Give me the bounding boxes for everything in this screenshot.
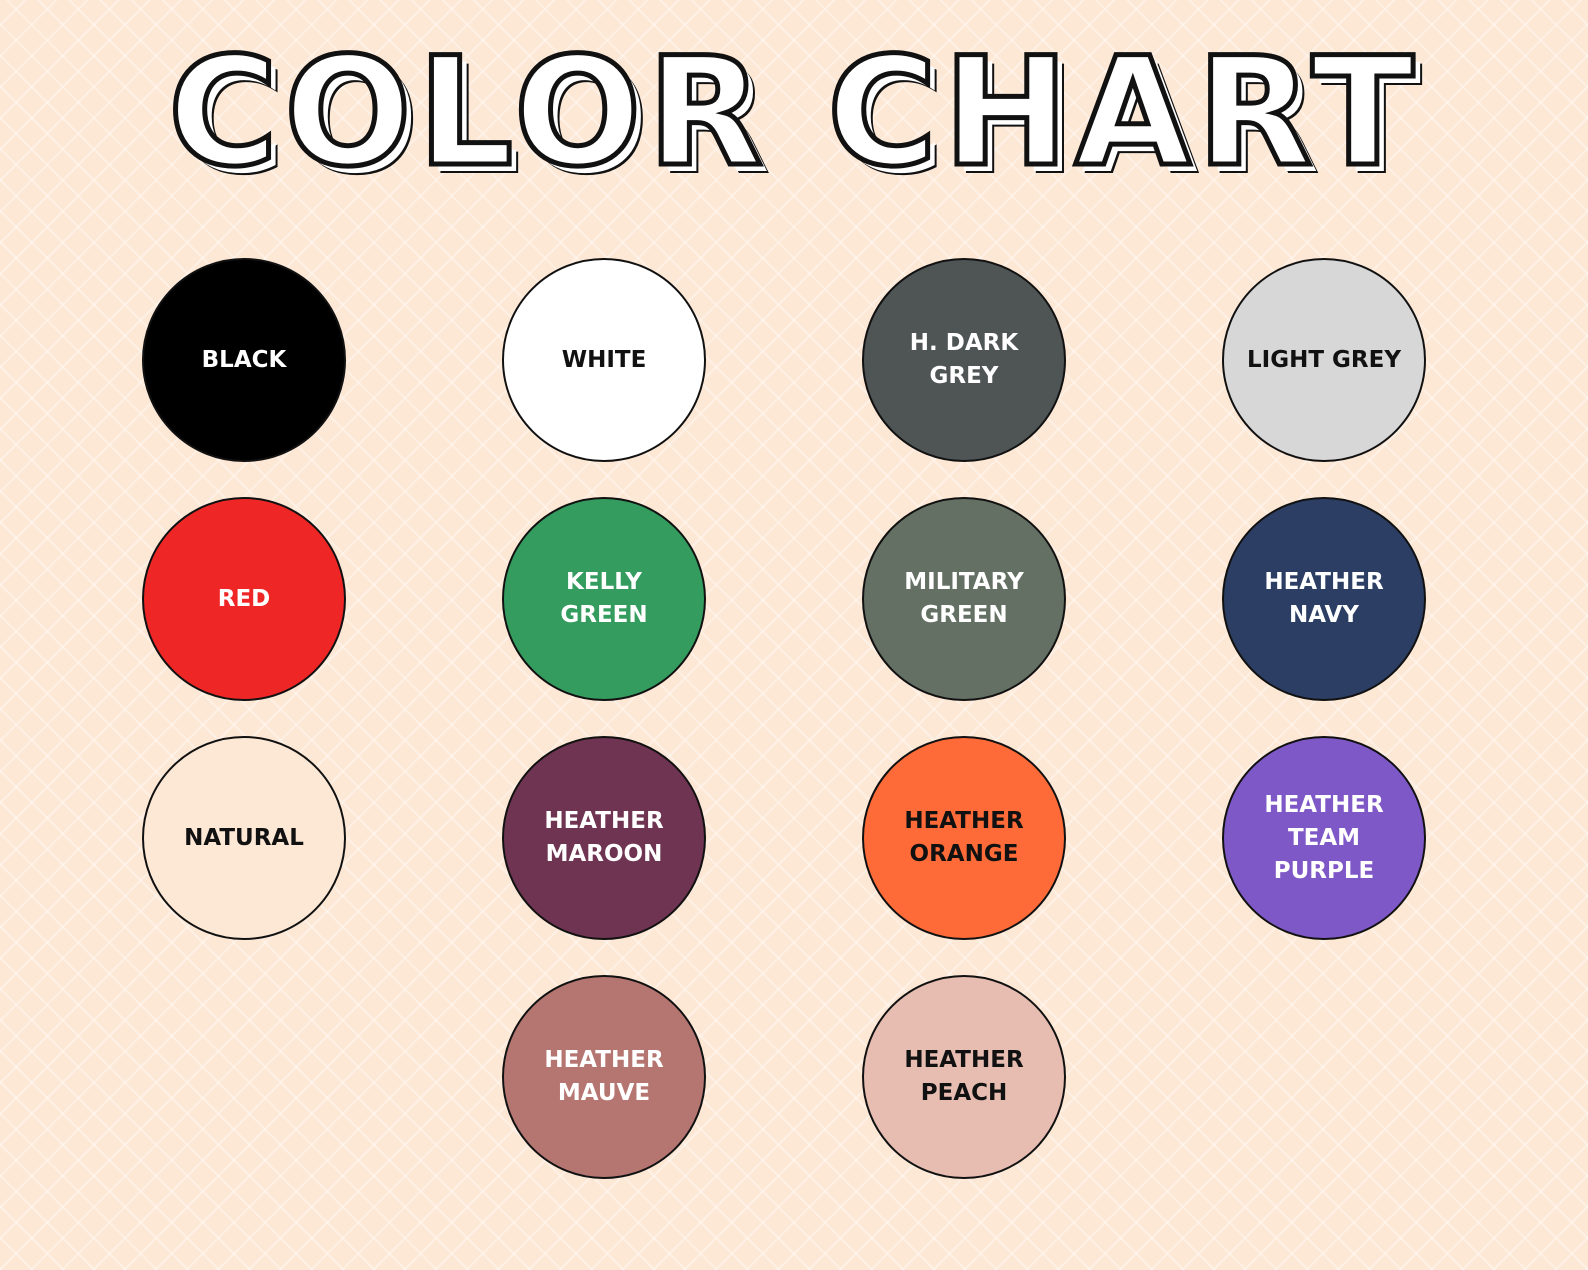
swatch-black[interactable]: BLACK [142, 258, 346, 462]
swatch-heather-peach[interactable]: HEATHER PEACH [862, 975, 1066, 1179]
swatch-light-grey[interactable]: LIGHT GREY [1222, 258, 1426, 462]
swatch-white[interactable]: WHITE [502, 258, 706, 462]
swatch-heather-navy[interactable]: HEATHER NAVY [1222, 497, 1426, 701]
swatch-heather-maroon[interactable]: HEATHER MAROON [502, 736, 706, 940]
swatch-heather-dark-grey[interactable]: H. DARK GREY [862, 258, 1066, 462]
swatch-heather-orange[interactable]: HEATHER ORANGE [862, 736, 1066, 940]
swatch-heather-team-purple[interactable]: HEATHER TEAM PURPLE [1222, 736, 1426, 940]
swatch-kelly-green[interactable]: KELLY GREEN [502, 497, 706, 701]
swatch-military-green[interactable]: MILITARY GREEN [862, 497, 1066, 701]
swatch-natural[interactable]: NATURAL [142, 736, 346, 940]
page-title: COLOR CHART [166, 26, 1420, 201]
swatch-heather-mauve[interactable]: HEATHER MAUVE [502, 975, 706, 1179]
swatch-red[interactable]: RED [142, 497, 346, 701]
